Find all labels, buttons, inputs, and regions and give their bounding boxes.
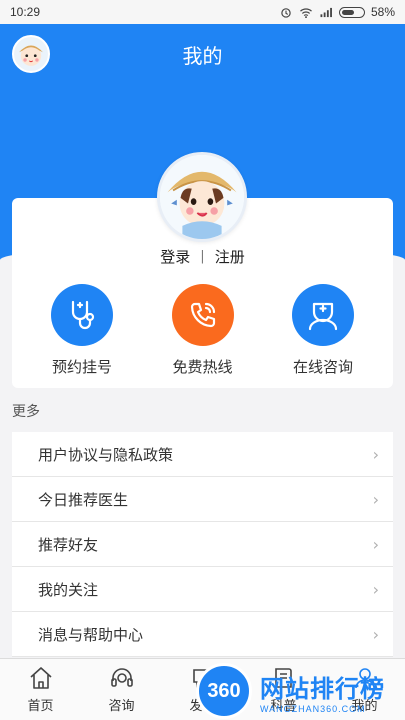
quick-actions: 预约挂号 免费热线 在线咨询 xyxy=(12,284,393,377)
menu-item-label: 消息与帮助中心 xyxy=(38,625,144,644)
menu-item-label: 推荐好友 xyxy=(38,535,99,554)
battery-icon xyxy=(338,6,365,18)
auth-row: 登录 | 注册 xyxy=(0,246,405,267)
menu-item-label: 今日推荐医生 xyxy=(38,490,129,509)
stethoscope-icon xyxy=(51,284,113,346)
chevron-right-icon: › xyxy=(372,534,379,554)
headset-icon xyxy=(110,668,133,687)
watermark-logo: 360 xyxy=(196,663,252,719)
action-appointment[interactable]: 预约挂号 xyxy=(22,284,142,377)
chevron-right-icon: › xyxy=(372,579,379,599)
menu-item-help-center[interactable]: 消息与帮助中心 › xyxy=(12,612,393,657)
watermark-cn: 网站排行榜 xyxy=(260,674,385,703)
phone-call-icon xyxy=(171,284,234,346)
action-online-consult[interactable]: 在线咨询 xyxy=(263,284,383,377)
page-title: 我的 xyxy=(182,44,223,68)
menu-item-recommend-friends[interactable]: 推荐好友 › xyxy=(12,522,393,567)
chevron-right-icon: › xyxy=(372,444,379,464)
menu-item-my-follows[interactable]: 我的关注 › xyxy=(12,567,393,612)
action-appointment-label: 预约挂号 xyxy=(51,358,112,376)
tab-label: 首页 xyxy=(27,699,54,714)
watermark-text: 网站排行榜 WANGZHAN360.COM xyxy=(260,669,385,714)
doctor-icon xyxy=(292,284,354,346)
action-hotline[interactable]: 免费热线 xyxy=(143,284,263,377)
menu-item-user-agreement[interactable]: 用户协议与隐私政策 › xyxy=(12,432,393,477)
chevron-right-icon: › xyxy=(372,624,379,644)
home-icon xyxy=(29,667,52,689)
watermark: 360 网站排行榜 WANGZHAN360.COM xyxy=(196,662,405,720)
status-icons: 58% xyxy=(279,5,395,19)
auth-separator: | xyxy=(200,249,205,264)
status-bar: 10:29 58% xyxy=(0,0,405,24)
menu-item-recommended-doctors[interactable]: 今日推荐医生 › xyxy=(12,477,393,522)
login-link[interactable]: 登录 xyxy=(160,246,190,267)
tab-consult[interactable]: 咨询 xyxy=(81,659,162,720)
action-hotline-label: 免费热线 xyxy=(172,358,233,376)
alarm-icon xyxy=(281,7,291,18)
watermark-en: WANGZHAN360.COM xyxy=(260,703,366,714)
status-time: 10:29 xyxy=(10,5,41,19)
register-link[interactable]: 注册 xyxy=(215,246,245,267)
action-online-consult-label: 在线咨询 xyxy=(292,358,353,376)
avatar-illustration xyxy=(160,155,244,239)
menu-item-label: 我的关注 xyxy=(38,580,99,599)
signal-icon xyxy=(320,7,332,17)
more-menu: 用户协议与隐私政策 › 今日推荐医生 › 推荐好友 › 我的关注 › 消息与帮助… xyxy=(12,432,393,657)
battery-level: 58% xyxy=(370,5,395,19)
chevron-right-icon: › xyxy=(372,489,379,509)
menu-item-label: 用户协议与隐私政策 xyxy=(38,445,174,464)
tab-home[interactable]: 首页 xyxy=(0,659,81,720)
user-avatar[interactable] xyxy=(157,152,247,242)
tab-label: 咨询 xyxy=(108,699,135,714)
more-section-title: 更多 xyxy=(12,404,40,420)
wifi-icon xyxy=(300,7,312,18)
